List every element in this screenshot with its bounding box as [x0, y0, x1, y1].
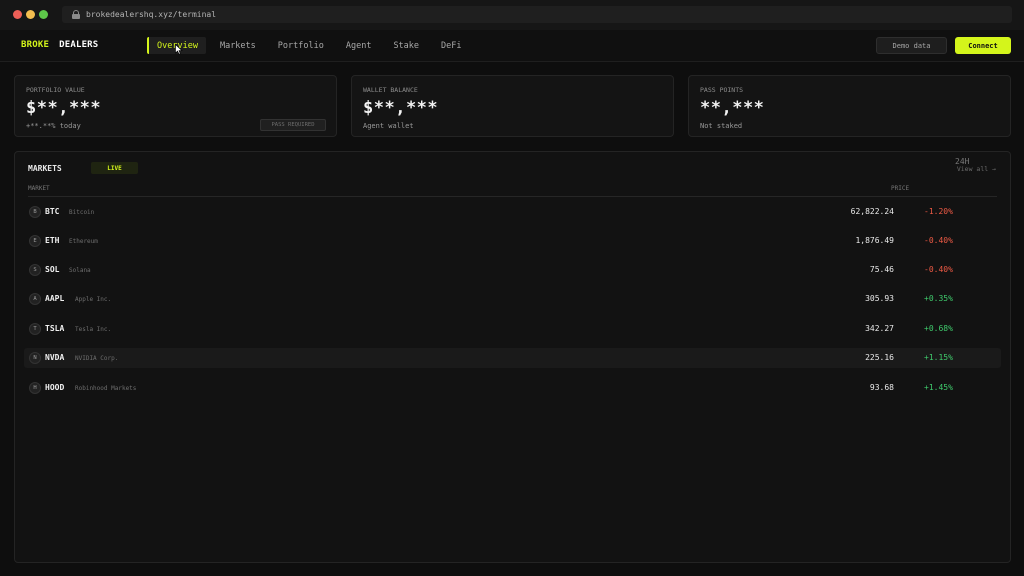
asset-change: +1.45% — [924, 383, 953, 392]
asset-symbol: AAPL — [45, 294, 65, 303]
asset-avatar: S — [29, 264, 41, 276]
market-row-tsla[interactable]: T TSLA Tesla Inc. 342.27 +0.68% — [24, 319, 1001, 339]
market-row-sol[interactable]: S SOL Solana 75.46 -0.40% — [24, 260, 1001, 280]
asset-change: -0.40% — [924, 265, 953, 274]
logo[interactable]: BROKE DEALERS — [21, 40, 98, 50]
nav-item-defi[interactable]: DeFi — [433, 37, 469, 54]
view-all-link[interactable]: View all → — [957, 165, 996, 173]
asset-avatar: B — [29, 206, 41, 218]
card-subtext: Not staked — [700, 122, 743, 130]
close-window-icon[interactable] — [13, 10, 22, 19]
maximize-window-icon[interactable] — [39, 10, 48, 19]
lock-icon — [72, 10, 80, 19]
card-label: PORTFOLIO VALUE — [26, 86, 85, 94]
column-header-market: MARKET — [28, 185, 50, 192]
nav-item-agent[interactable]: Agent — [338, 37, 380, 54]
pass-required-button[interactable]: PASS REQUIRED — [260, 119, 326, 131]
address-bar[interactable]: brokedealershq.xyz/terminal — [62, 6, 1012, 23]
nav-item-markets[interactable]: Markets — [212, 37, 264, 54]
market-row-nvda[interactable]: N NVDA NVIDIA Corp. 225.16 +1.15% — [24, 348, 1001, 368]
card-subtext: Agent wallet — [363, 122, 414, 130]
column-header-24h: 24H — [955, 157, 970, 166]
asset-symbol: SOL — [45, 265, 60, 274]
card-subtext: +**.**% today — [26, 122, 81, 130]
pass-points-card: PASS POINTS **,*** Not staked — [688, 75, 1011, 137]
asset-price: 75.46 — [869, 265, 894, 274]
asset-symbol: BTC — [45, 207, 60, 216]
column-header-price: PRICE — [891, 185, 910, 192]
url-text: brokedealershq.xyz/terminal — [86, 10, 217, 19]
minimize-window-icon[interactable] — [26, 10, 35, 19]
header-divider — [28, 196, 997, 197]
card-value: $**,*** — [26, 98, 102, 118]
asset-avatar: A — [29, 293, 41, 305]
asset-price: 342.27 — [865, 324, 894, 333]
asset-symbol: TSLA — [45, 324, 65, 333]
asset-name: NVIDIA Corp. — [75, 355, 119, 362]
wallet-balance-card: WALLET BALANCE $**,*** Agent wallet — [351, 75, 674, 137]
logo-dealers: DEALERS — [59, 40, 99, 50]
asset-name: Solana — [69, 267, 91, 274]
asset-change: +0.35% — [924, 294, 953, 303]
asset-price: 305.93 — [865, 294, 894, 303]
asset-change: +0.68% — [924, 324, 953, 333]
card-value: $**,*** — [363, 98, 439, 118]
asset-price: 93.68 — [869, 383, 894, 392]
nav-item-portfolio[interactable]: Portfolio — [270, 37, 332, 54]
markets-panel: MARKETS LIVE View all → MARKET PRICE 24H… — [14, 151, 1011, 563]
asset-change: -1.20% — [924, 207, 953, 216]
asset-name: Apple Inc. — [75, 296, 112, 303]
demo-data-button[interactable]: Demo data — [876, 37, 947, 54]
market-row-eth[interactable]: E ETH Ethereum 1,876.49 -0.40% — [24, 231, 1001, 251]
asset-name: Bitcoin — [69, 209, 95, 216]
asset-price: 62,822.24 — [850, 207, 894, 216]
asset-avatar: T — [29, 323, 41, 335]
asset-symbol: HOOD — [45, 383, 65, 392]
markets-title: MARKETS — [28, 164, 62, 173]
nav-items: Overview Markets Portfolio Agent Stake D… — [147, 37, 476, 54]
asset-name: Robinhood Markets — [75, 385, 137, 392]
card-label: WALLET BALANCE — [363, 86, 418, 94]
live-badge: LIVE — [91, 162, 138, 174]
top-nav: BROKE DEALERS Overview Markets Portfolio … — [0, 30, 1024, 62]
connect-button[interactable]: Connect — [955, 37, 1011, 54]
logo-broke: BROKE — [21, 40, 50, 50]
portfolio-value-card: PORTFOLIO VALUE $**,*** +**.**% today PA… — [14, 75, 337, 137]
card-label: PASS POINTS — [700, 86, 744, 94]
asset-change: -0.40% — [924, 236, 953, 245]
nav-item-stake[interactable]: Stake — [385, 37, 427, 54]
asset-price: 1,876.49 — [855, 236, 894, 245]
asset-avatar: N — [29, 352, 41, 364]
mouse-cursor-icon — [175, 44, 183, 55]
card-value: **,*** — [700, 98, 765, 118]
asset-name: Ethereum — [69, 238, 98, 245]
asset-symbol: NVDA — [45, 353, 65, 362]
asset-name: Tesla Inc. — [75, 326, 112, 333]
asset-price: 225.16 — [865, 353, 894, 362]
asset-avatar: E — [29, 235, 41, 247]
market-row-hood[interactable]: H HOOD Robinhood Markets 93.68 +1.45% — [24, 378, 1001, 398]
market-row-btc[interactable]: B BTC Bitcoin 62,822.24 -1.20% — [24, 202, 1001, 222]
browser-chrome: brokedealershq.xyz/terminal — [0, 0, 1024, 30]
market-row-aapl[interactable]: A AAPL Apple Inc. 305.93 +0.35% — [24, 289, 1001, 309]
asset-avatar: H — [29, 382, 41, 394]
asset-symbol: ETH — [45, 236, 60, 245]
asset-change: +1.15% — [924, 353, 953, 362]
